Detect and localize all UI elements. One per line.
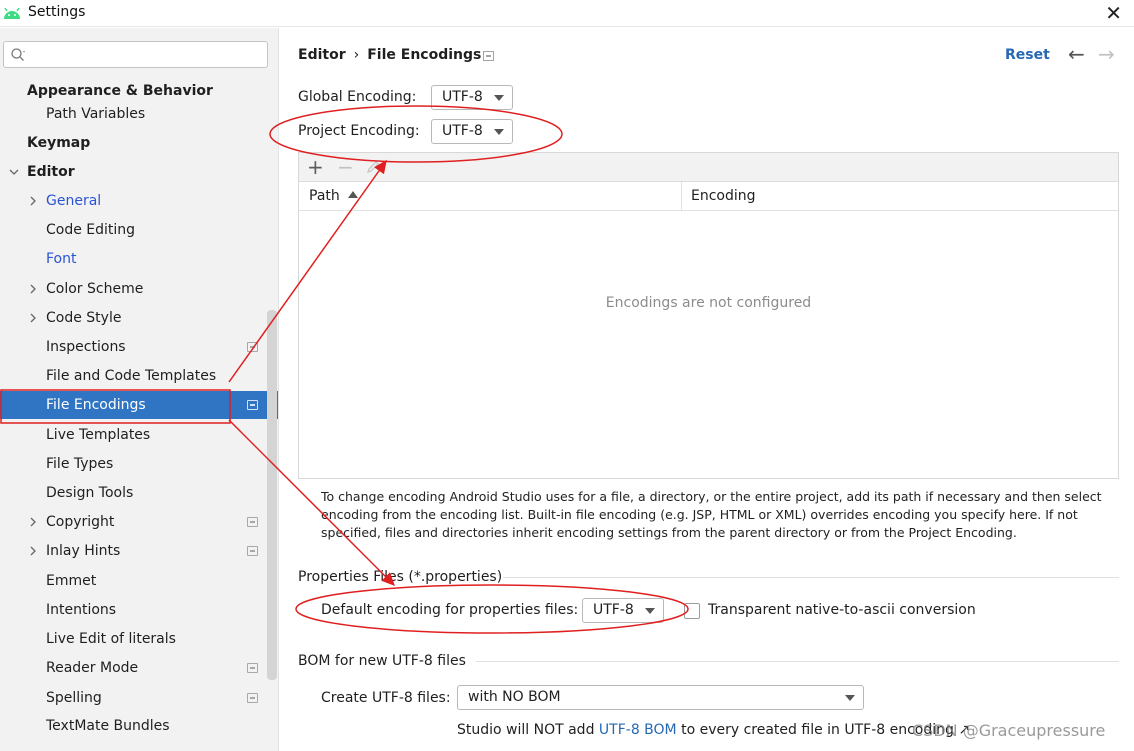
- dropdown-arrow-icon: [645, 608, 655, 614]
- sidebar-scrollbar[interactable]: [267, 310, 277, 680]
- utf8-bom-link[interactable]: UTF-8 BOM: [599, 722, 677, 738]
- watermark-text: CSDN @Graceupressure: [912, 721, 1106, 740]
- section-divider: [476, 661, 1119, 662]
- sidebar-item-editor[interactable]: Editor: [0, 158, 266, 186]
- window-title: Settings: [28, 4, 86, 20]
- dropdown-arrow-icon: [494, 95, 504, 101]
- global-encoding-label: Global Encoding:: [298, 89, 417, 105]
- edit-pencil-icon: [367, 161, 379, 173]
- forward-arrow-icon: →: [1098, 42, 1115, 66]
- remove-icon: −: [337, 155, 354, 179]
- dropdown-arrow-icon: [845, 695, 855, 701]
- transparent-conversion-label[interactable]: Transparent native-to-ascii conversion: [708, 602, 976, 618]
- reset-link[interactable]: Reset: [1005, 47, 1050, 63]
- help-text: To change encoding Android Studio uses f…: [321, 489, 1102, 540]
- table-toolbar: + −: [299, 153, 1118, 182]
- add-icon[interactable]: +: [307, 156, 324, 178]
- bom-section-title: BOM for new UTF-8 files: [298, 653, 466, 669]
- transparent-conversion-checkbox[interactable]: [684, 603, 700, 619]
- chevron-right-icon[interactable]: [28, 196, 38, 206]
- sidebar-item-font[interactable]: Font: [0, 245, 266, 273]
- column-divider[interactable]: [681, 182, 682, 210]
- sidebar-item-inspections[interactable]: Inspections: [0, 333, 266, 361]
- dropdown-arrow-icon: [494, 129, 504, 135]
- sidebar-item-emmet[interactable]: Emmet: [0, 567, 266, 595]
- settings-main-panel: Editor › File Encodings Reset ← → Global E…: [280, 28, 1134, 751]
- create-utf8-label: Create UTF-8 files:: [321, 690, 451, 706]
- chevron-right-icon[interactable]: [28, 517, 38, 527]
- encodings-table: + − Path Encoding Encodings are not conf…: [298, 152, 1119, 479]
- project-settings-icon: [483, 51, 494, 61]
- sidebar-item-textmate-bundles[interactable]: TextMate Bundles: [0, 712, 266, 740]
- breadcrumb-current: File Encodings: [367, 47, 482, 63]
- search-input[interactable]: [3, 41, 268, 68]
- sort-ascending-icon: [347, 191, 358, 198]
- breadcrumb-separator: ›: [353, 47, 360, 63]
- global-encoding-combo[interactable]: UTF-8: [431, 85, 513, 110]
- properties-encoding-combo[interactable]: UTF-8: [582, 598, 664, 623]
- sidebar-item-file-code-templates[interactable]: File and Code Templates: [0, 362, 266, 390]
- section-divider: [503, 577, 1119, 578]
- project-settings-icon: [247, 693, 258, 703]
- sidebar-item-general[interactable]: General: [0, 187, 266, 215]
- bom-mode-combo[interactable]: with NO BOM: [457, 685, 864, 710]
- close-icon[interactable]: ✕: [1105, 1, 1122, 25]
- project-encoding-combo[interactable]: UTF-8: [431, 119, 513, 144]
- sidebar-item-reader-mode[interactable]: Reader Mode: [0, 654, 266, 682]
- table-header: Path Encoding: [299, 182, 1118, 211]
- sidebar-item-spelling[interactable]: Spelling: [0, 684, 266, 712]
- chevron-down-icon[interactable]: [9, 167, 19, 177]
- sidebar-item-design-tools[interactable]: Design Tools: [0, 479, 266, 507]
- sidebar-item-live-edit[interactable]: Live Edit of literals: [0, 625, 266, 653]
- properties-section-title: Properties Files (*.properties): [298, 569, 503, 585]
- sidebar-item-file-encodings[interactable]: File Encodings: [0, 391, 278, 419]
- chevron-right-icon[interactable]: [28, 313, 38, 323]
- sidebar-item-code-editing[interactable]: Code Editing: [0, 216, 266, 244]
- sidebar-item-code-style[interactable]: Code Style: [0, 304, 266, 332]
- sidebar-item-color-scheme[interactable]: Color Scheme: [0, 275, 266, 303]
- sidebar-item-copyright[interactable]: Copyright: [0, 508, 266, 536]
- column-header-path[interactable]: Path: [309, 182, 358, 210]
- sidebar-item-inlay-hints[interactable]: Inlay Hints: [0, 537, 266, 565]
- table-empty-text: Encodings are not configured: [605, 295, 812, 311]
- project-encoding-label: Project Encoding:: [298, 123, 420, 139]
- project-settings-icon: [247, 663, 258, 673]
- project-settings-icon: [247, 517, 258, 527]
- back-arrow-icon[interactable]: ←: [1068, 42, 1085, 66]
- settings-sidebar: Appearance & Behavior Path Variables Key…: [0, 28, 279, 751]
- title-bar: Settings ✕: [0, 0, 1134, 27]
- chevron-right-icon[interactable]: [28, 284, 38, 294]
- search-icon: [11, 48, 25, 61]
- android-icon: [4, 7, 20, 19]
- sidebar-item-path-variables[interactable]: Path Variables: [0, 100, 266, 128]
- project-settings-icon: [247, 546, 258, 556]
- properties-default-label: Default encoding for properties files:: [321, 602, 579, 618]
- column-header-encoding[interactable]: Encoding: [691, 182, 756, 210]
- chevron-right-icon[interactable]: [28, 546, 38, 556]
- breadcrumb: Editor › File Encodings: [298, 47, 481, 63]
- project-settings-icon: [247, 342, 258, 352]
- sidebar-item-keymap[interactable]: Keymap: [0, 129, 266, 157]
- sidebar-item-intentions[interactable]: Intentions: [0, 596, 266, 624]
- bom-note: Studio will NOT add UTF-8 BOM to every c…: [457, 722, 971, 738]
- sidebar-item-live-templates[interactable]: Live Templates: [0, 421, 266, 449]
- sidebar-item-file-types[interactable]: File Types: [0, 450, 266, 478]
- project-settings-icon: [247, 400, 258, 410]
- breadcrumb-editor[interactable]: Editor: [298, 47, 346, 63]
